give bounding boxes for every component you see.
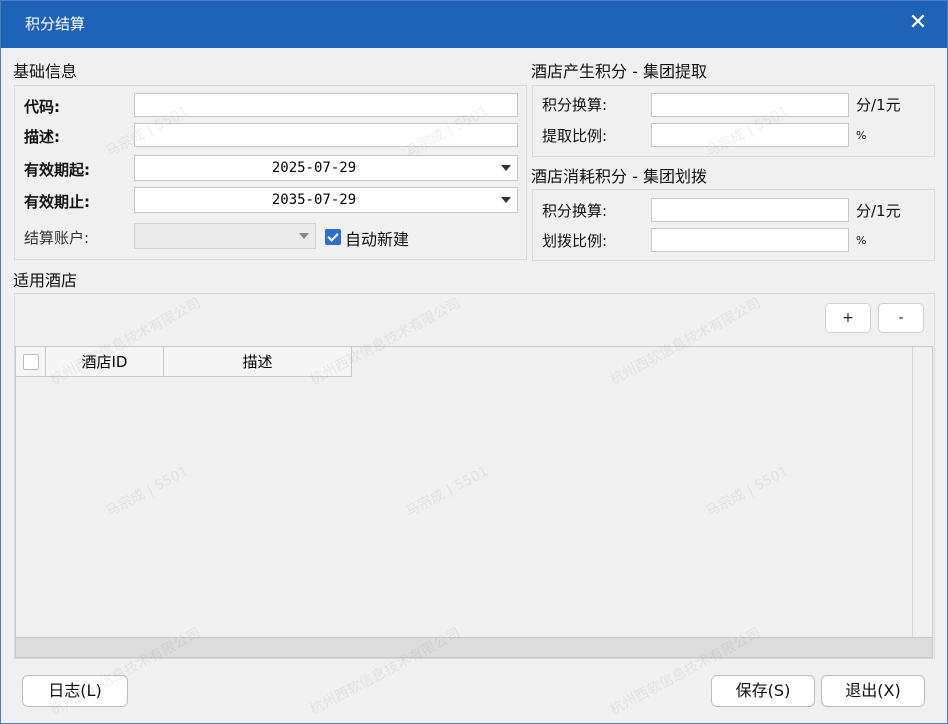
log-button[interactable]: 日志(L) [22,675,128,707]
earn-ratio-label: 提取比例: [542,127,608,145]
consume-ratio-unit: % [856,234,867,247]
grid-header: 酒店ID 描述 [16,347,352,377]
valid-to-value: 2035-07-29 [271,192,357,208]
desc-label: 描述: [24,128,60,146]
account-select[interactable] [134,223,316,249]
basic-section-title: 基础信息 [13,62,78,81]
consume-ratio-label: 划拨比例: [542,232,608,250]
chevron-down-icon[interactable] [501,165,511,171]
auto-create-checkbox[interactable] [325,229,341,245]
code-input[interactable] [134,93,518,117]
remove-hotel-button[interactable]: - [878,303,924,333]
consume-section-title: 酒店消耗积分 - 集团划拨 [531,167,707,186]
add-hotel-button[interactable]: + [825,303,871,333]
column-header-desc[interactable]: 描述 [164,347,352,377]
valid-from-datepicker[interactable]: 2025-07-29 [134,155,518,181]
valid-to-label: 有效期止: [24,193,90,211]
chevron-down-icon[interactable] [501,197,511,203]
consume-ratio-input[interactable] [651,228,849,252]
save-button[interactable]: 保存(S) [711,675,815,707]
earn-rate-unit: 分/1元 [856,96,901,114]
close-icon[interactable]: ✕ [905,10,931,36]
auto-create-label: 自动新建 [345,230,410,249]
earn-rate-input[interactable] [651,93,849,117]
valid-to-datepicker[interactable]: 2035-07-29 [134,187,518,213]
earn-rate-label: 积分换算: [542,96,608,114]
title-bar: 积分结算 ✕ [1,1,947,48]
consume-rate-label: 积分换算: [542,202,608,220]
valid-from-label: 有效期起: [24,161,90,179]
exit-button[interactable]: 退出(X) [821,675,925,707]
chevron-down-icon[interactable] [299,233,309,239]
code-label: 代码: [24,98,60,116]
earn-ratio-input[interactable] [651,123,849,147]
desc-input[interactable] [134,123,518,147]
window-title: 积分结算 [25,15,86,33]
settlement-window: 积分结算 ✕ 基础信息 代码: 描述: 有效期起: 2025-07-29 有效期… [0,0,948,724]
account-label: 结算账户: [24,229,90,247]
select-all-checkbox[interactable] [23,354,39,370]
hotels-section-title: 适用酒店 [13,271,78,290]
earn-ratio-unit: % [856,129,867,142]
horizontal-scrollbar[interactable] [16,637,932,657]
earn-section-title: 酒店产生积分 - 集团提取 [531,62,707,81]
hotel-grid: 酒店ID 描述 [15,346,933,658]
column-header-hotel-id[interactable]: 酒店ID [46,347,164,377]
consume-rate-input[interactable] [651,198,849,222]
select-all-column[interactable] [16,347,46,377]
valid-from-value: 2025-07-29 [271,160,357,176]
vertical-scrollbar[interactable] [912,347,932,639]
consume-rate-unit: 分/1元 [856,202,901,220]
